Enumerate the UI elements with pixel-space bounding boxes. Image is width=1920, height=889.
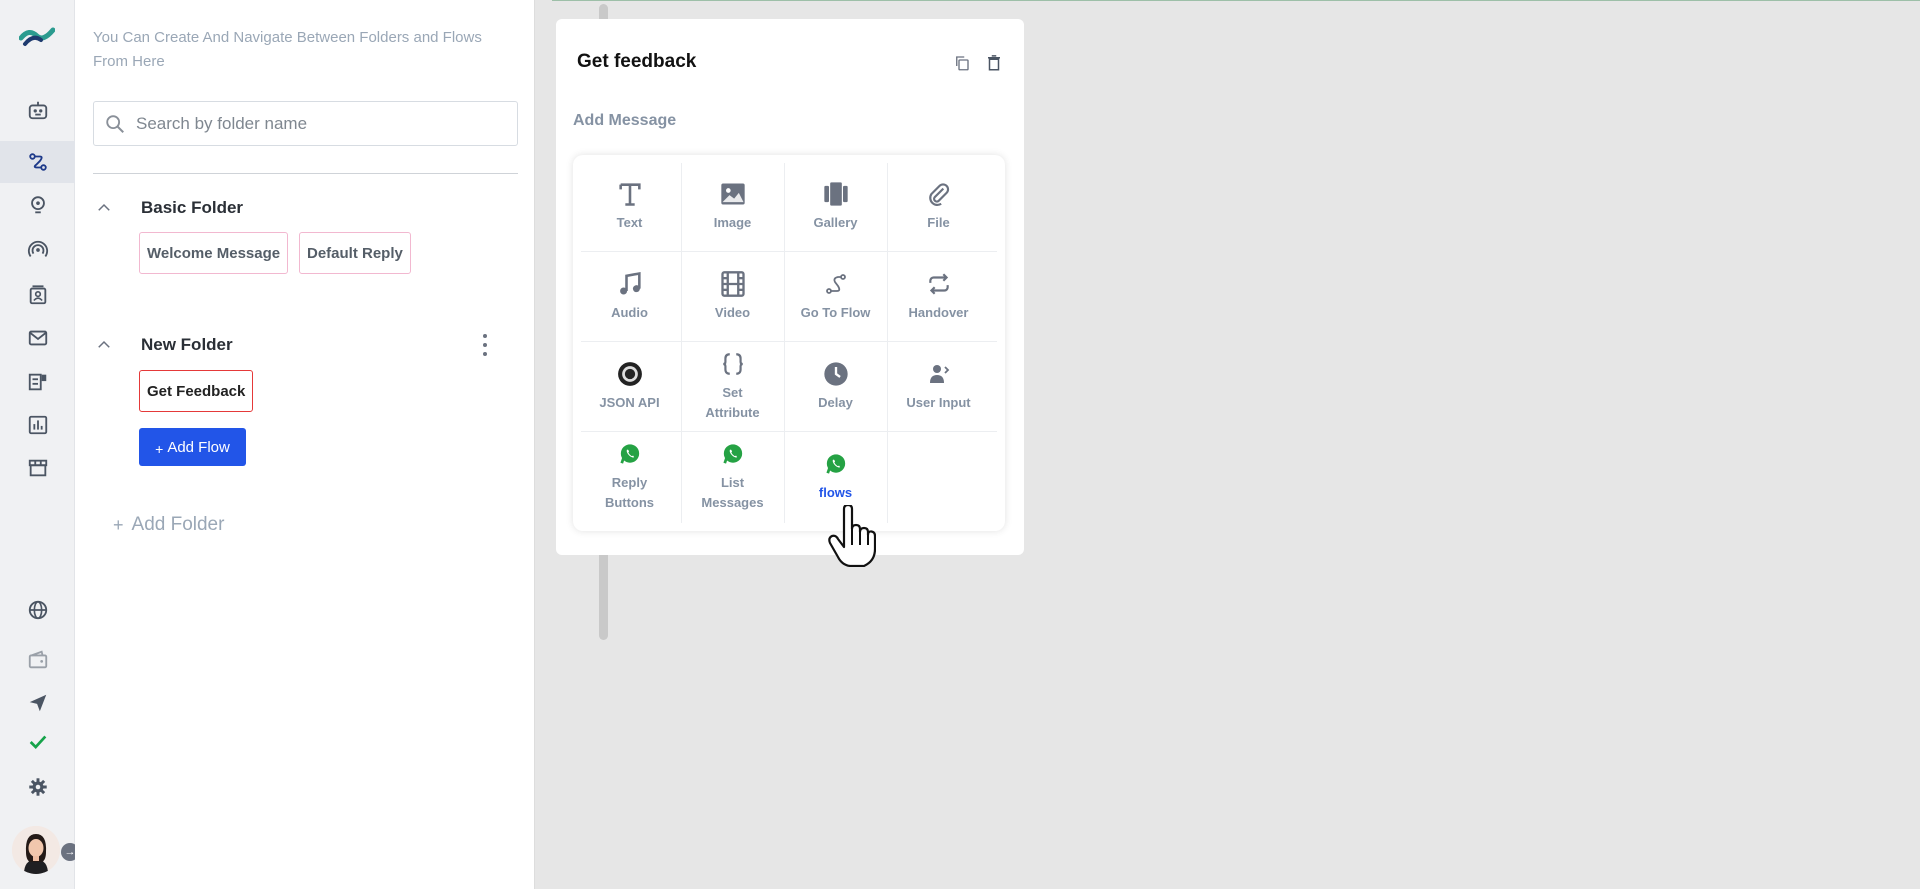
flow-card: Get feedback Add Message Text Image Gall… <box>556 19 1024 555</box>
nav-rail: → <box>0 0 79 889</box>
folder-name: Basic Folder <box>141 198 244 217</box>
bot-icon[interactable] <box>0 89 75 131</box>
contacts-icon[interactable] <box>0 274 75 316</box>
store-icon[interactable] <box>0 447 75 489</box>
json-api-option[interactable]: JSON API <box>578 341 681 431</box>
route-icon <box>822 269 850 299</box>
globe-icon[interactable] <box>0 589 75 631</box>
panel-hint: You Can Create And Navigate Between Fold… <box>93 29 482 70</box>
divider <box>93 173 518 174</box>
repeat-icon <box>925 269 953 299</box>
hand-cursor-icon <box>828 503 877 568</box>
braces-icon <box>719 349 747 379</box>
avatar[interactable] <box>12 826 60 874</box>
folder-new[interactable]: New Folder <box>93 334 233 356</box>
wallet-icon[interactable] <box>0 639 75 681</box>
list-messages-option[interactable]: List Messages <box>681 431 784 521</box>
flow-default-reply[interactable]: Default Reply <box>299 232 411 274</box>
mail-icon[interactable] <box>0 317 75 359</box>
flow-get-feedback[interactable]: Get Feedback <box>139 370 254 412</box>
user-input-option[interactable]: User Input <box>887 341 990 431</box>
template-icon[interactable] <box>0 361 75 403</box>
music-icon <box>616 269 644 299</box>
add-message-label: Add Message <box>573 112 677 129</box>
flow-welcome-message[interactable]: Welcome Message <box>139 232 289 274</box>
whatsapp-icon <box>822 449 850 479</box>
video-option[interactable]: Video <box>681 251 784 341</box>
plus-icon: + <box>113 514 124 535</box>
canvas-edge <box>552 0 1920 1</box>
copy-icon[interactable] <box>951 52 973 74</box>
whatsapp-icon <box>616 439 644 469</box>
broadcast-icon[interactable] <box>0 229 75 271</box>
text-icon <box>616 179 644 209</box>
gallery-icon <box>822 179 850 209</box>
send-icon[interactable] <box>0 682 75 724</box>
more-options-icon[interactable] <box>475 332 495 358</box>
reply-buttons-option[interactable]: Reply Buttons <box>578 431 681 521</box>
go-to-flow-option[interactable]: Go To Flow <box>784 251 887 341</box>
bulb-icon[interactable] <box>0 184 75 226</box>
check-icon[interactable] <box>0 721 75 763</box>
paperclip-icon <box>925 179 953 209</box>
film-icon <box>719 269 747 299</box>
gear-icon[interactable] <box>0 766 75 808</box>
clock-icon <box>822 359 850 389</box>
chevron-up-icon[interactable] <box>93 334 115 356</box>
folder-panel: You Can Create And Navigate Between Fold… <box>75 0 608 889</box>
add-flow-button[interactable]: + Add Flow <box>139 428 246 466</box>
folder-basic[interactable]: Basic Folder <box>93 197 243 219</box>
add-folder-button[interactable]: + Add Folder <box>113 514 224 536</box>
chevron-up-icon[interactable] <box>93 197 115 219</box>
whatsapp-icon <box>719 439 747 469</box>
flows-icon[interactable] <box>0 141 75 183</box>
logo-icon[interactable] <box>18 24 56 48</box>
image-option[interactable]: Image <box>681 161 784 251</box>
trash-icon[interactable] <box>983 52 1005 74</box>
user-input-icon <box>925 359 953 389</box>
gallery-option[interactable]: Gallery <box>784 161 887 251</box>
plus-icon: + <box>155 441 164 457</box>
file-option[interactable]: File <box>887 161 990 251</box>
delay-option[interactable]: Delay <box>784 341 887 431</box>
audio-option[interactable]: Audio <box>578 251 681 341</box>
message-type-grid: Text Image Gallery File Audio Video Go T… <box>573 155 1005 531</box>
folder-name: New Folder <box>141 335 233 354</box>
card-title: Get feedback <box>577 51 697 72</box>
search-icon <box>106 114 124 133</box>
api-icon <box>616 359 644 389</box>
handover-option[interactable]: Handover <box>887 251 990 341</box>
analytics-icon[interactable] <box>0 404 75 446</box>
search-box[interactable] <box>93 101 518 146</box>
image-icon <box>719 179 747 209</box>
search-input[interactable] <box>136 113 496 134</box>
text-option[interactable]: Text <box>578 161 681 251</box>
set-attribute-option[interactable]: Set Attribute <box>681 341 784 431</box>
